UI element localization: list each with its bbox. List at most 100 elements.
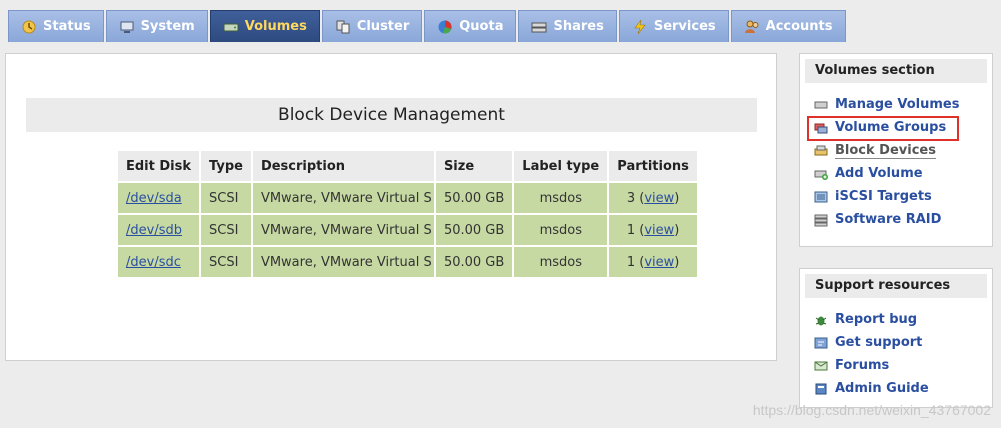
status-icon — [21, 19, 37, 35]
size-cell: 50.00 GB — [435, 183, 513, 213]
size-cell: 50.00 GB — [435, 215, 513, 245]
view-partitions-link[interactable]: view — [644, 223, 674, 238]
volume-group-icon — [814, 121, 828, 135]
shares-icon — [531, 19, 547, 35]
tab-shares[interactable]: Shares — [518, 10, 617, 42]
tab-accounts[interactable]: Accounts — [730, 10, 846, 42]
sidebar-item-forums[interactable]: Forums — [800, 354, 992, 377]
column-header-label-type: Label type — [514, 151, 608, 181]
tab-label: Cluster — [356, 19, 410, 34]
tab-quota[interactable]: Quota — [424, 10, 517, 42]
block-device-icon — [814, 144, 828, 158]
label-type-cell: msdos — [514, 183, 608, 213]
iscsi-icon — [814, 190, 828, 204]
main-content-panel: Block Device Management Edit Disk Type D… — [5, 53, 777, 361]
bug-icon — [814, 313, 828, 327]
sidebar-item-admin-guide[interactable]: Admin Guide — [800, 377, 992, 400]
block-device-table: Edit Disk Type Description Size Label ty… — [116, 149, 699, 279]
type-cell: SCSI — [201, 247, 251, 277]
tab-label: Services — [653, 19, 716, 34]
tab-label: System — [140, 19, 195, 34]
tab-label: Quota — [459, 19, 504, 34]
system-icon — [119, 19, 135, 35]
support-resources-box: Support resources Report bug Get support… — [799, 268, 993, 408]
sidebar-item-label: Volume Groups — [835, 120, 947, 135]
tab-label: Volumes — [244, 19, 307, 34]
sidebar-item-label: Admin Guide — [835, 381, 929, 396]
support-icon — [814, 336, 828, 350]
tab-label: Accounts — [765, 19, 833, 34]
page-title: Block Device Management — [26, 98, 757, 132]
disk-cell: /dev/sdb — [118, 215, 200, 245]
label-type-cell: msdos — [514, 247, 608, 277]
sidebar-item-get-support[interactable]: Get support — [800, 331, 992, 354]
tab-system[interactable]: System — [105, 10, 208, 42]
sidebar-item-report-bug[interactable]: Report bug — [800, 308, 992, 331]
raid-icon — [814, 213, 828, 227]
sidebar-item-label: Software RAID — [835, 212, 942, 227]
volumes-icon — [223, 19, 239, 35]
volumes-section-title: Volumes section — [805, 59, 987, 83]
type-cell: SCSI — [201, 183, 251, 213]
edit-disk-link[interactable]: /dev/sdb — [126, 223, 182, 238]
accounts-icon — [744, 19, 760, 35]
main-nav-tabs: Status System Volumes Cluster Quota Shar… — [8, 10, 846, 42]
sidebar-item-iscsi-targets[interactable]: iSCSI Targets — [800, 185, 992, 208]
type-cell: SCSI — [201, 215, 251, 245]
sidebar-item-add-volume[interactable]: Add Volume — [800, 162, 992, 185]
support-resources-list: Report bug Get support Forums Admin Guid… — [800, 308, 992, 400]
edit-disk-link[interactable]: /dev/sdc — [126, 255, 181, 270]
size-cell: 50.00 GB — [435, 247, 513, 277]
partitions-count: 3 — [626, 190, 636, 206]
column-header-partitions: Partitions — [609, 151, 697, 181]
view-partitions-link[interactable]: view — [644, 255, 674, 270]
watermark: https://blog.csdn.net/weixin_43767002 — [752, 402, 991, 418]
sidebar-item-label: Block Devices — [835, 142, 936, 159]
sidebar-item-label: Report bug — [835, 312, 918, 327]
tab-label: Status — [43, 19, 91, 34]
tab-services[interactable]: Services — [618, 10, 729, 42]
partitions-cell: 1 (view) — [609, 215, 697, 245]
sidebar-item-volume-groups[interactable]: Volume Groups — [800, 116, 992, 141]
tab-label: Shares — [553, 19, 604, 34]
support-resources-title: Support resources — [805, 274, 987, 298]
volumes-section-box: Volumes section Manage Volumes Volume Gr… — [799, 53, 993, 247]
column-header-size: Size — [435, 151, 513, 181]
tab-volumes[interactable]: Volumes — [209, 10, 320, 42]
sidebar-item-label: Add Volume — [835, 166, 923, 181]
partitions-cell: 3 (view) — [609, 183, 697, 213]
sidebar-item-label: iSCSI Targets — [835, 189, 932, 204]
table-header-row: Edit Disk Type Description Size Label ty… — [118, 151, 697, 181]
tab-status[interactable]: Status — [8, 10, 104, 42]
cluster-icon — [335, 19, 351, 35]
table-row: /dev/sda SCSI VMware, VMware Virtual S 5… — [118, 183, 697, 213]
description-cell: VMware, VMware Virtual S — [252, 215, 434, 245]
sidebar-item-label: Manage Volumes — [835, 97, 960, 112]
partitions-count: 1 — [626, 222, 636, 238]
description-cell: VMware, VMware Virtual S — [252, 183, 434, 213]
edit-disk-link[interactable]: /dev/sda — [126, 191, 182, 206]
table-row: /dev/sdc SCSI VMware, VMware Virtual S 5… — [118, 247, 697, 277]
tab-cluster[interactable]: Cluster — [321, 10, 423, 42]
sidebar-item-block-devices[interactable]: Block Devices — [800, 139, 992, 162]
add-volume-icon — [814, 167, 828, 181]
quota-icon — [437, 19, 453, 35]
services-icon — [632, 19, 648, 35]
description-cell: VMware, VMware Virtual S — [252, 247, 434, 277]
partitions-count: 1 — [626, 254, 636, 270]
view-partitions-link[interactable]: view — [644, 191, 674, 206]
sidebar-item-label: Get support — [835, 335, 923, 350]
partitions-cell: 1 (view) — [609, 247, 697, 277]
book-icon — [814, 382, 828, 396]
column-header-type: Type — [201, 151, 251, 181]
sidebar-item-manage-volumes[interactable]: Manage Volumes — [800, 93, 992, 116]
sidebar-item-label: Forums — [835, 358, 890, 373]
disk-cell: /dev/sda — [118, 183, 200, 213]
forums-icon — [814, 359, 828, 373]
volumes-section-list: Manage Volumes Volume Groups Block Devic… — [800, 93, 992, 231]
disk-cell: /dev/sdc — [118, 247, 200, 277]
table-row: /dev/sdb SCSI VMware, VMware Virtual S 5… — [118, 215, 697, 245]
disk-icon — [814, 98, 828, 112]
sidebar-item-software-raid[interactable]: Software RAID — [800, 208, 992, 231]
column-header-description: Description — [252, 151, 434, 181]
